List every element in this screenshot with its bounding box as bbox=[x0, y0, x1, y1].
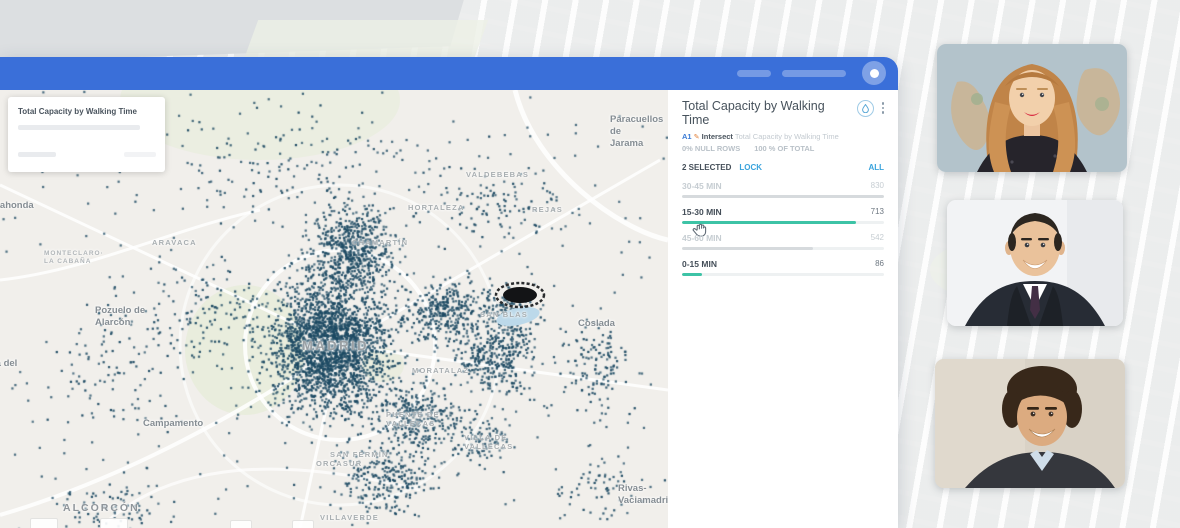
map-place-label: VILLA DE VALLECAS bbox=[464, 433, 513, 452]
placeholder-line bbox=[18, 152, 56, 157]
map-place-label: VILLAVERDE bbox=[320, 513, 379, 522]
stadium-icon bbox=[494, 280, 546, 310]
category-bar-track bbox=[682, 273, 884, 276]
map-place-label: MADRID bbox=[302, 338, 369, 354]
map-place-label: CHAMARTÍN bbox=[352, 238, 408, 247]
widget-drag-card-title: Total Capacity by Walking Time bbox=[8, 97, 165, 116]
map-place-label: ORCASUR bbox=[316, 459, 362, 468]
map-place-label: Boadilla del Monte bbox=[0, 358, 17, 382]
category-bar-fill bbox=[682, 247, 813, 250]
category-item[interactable]: 30-45 MIN830 bbox=[682, 181, 884, 198]
user-avatar-button[interactable] bbox=[862, 61, 886, 85]
category-label: 0-15 MIN bbox=[682, 259, 875, 269]
map-place-label: Pozuelo de Alarcón bbox=[95, 305, 145, 329]
map-place-label: VALDEBEBAS bbox=[466, 170, 529, 179]
autostyle-icon[interactable] bbox=[857, 100, 874, 117]
null-rows-stat: 0% NULL ROWS bbox=[682, 144, 740, 153]
map-place-label: MONTECLARO· LA CABAÑA bbox=[44, 250, 104, 266]
profile-photo-man-sweater bbox=[935, 359, 1125, 488]
category-value: 86 bbox=[875, 259, 884, 269]
category-label: 30-45 MIN bbox=[682, 181, 871, 191]
category-item[interactable]: 0-15 MIN86 bbox=[682, 259, 884, 276]
header-button-large[interactable] bbox=[782, 70, 846, 77]
widget-title: Total Capacity by Walking Time bbox=[682, 100, 853, 128]
map-control-button[interactable] bbox=[230, 520, 252, 528]
widget-source-row: A1 ✎ Intersect Total Capacity by Walking… bbox=[682, 132, 884, 141]
lock-link[interactable]: LOCK bbox=[739, 163, 762, 172]
category-bar-track bbox=[682, 195, 884, 198]
map-place-label: Majadahonda bbox=[0, 200, 34, 212]
map-place-label: Rivas- Vaciamadrid bbox=[618, 483, 668, 507]
widget-drag-card[interactable]: Total Capacity by Walking Time bbox=[8, 97, 165, 172]
map-place-label: REJAS bbox=[532, 205, 563, 214]
edit-icon[interactable]: ✎ bbox=[694, 134, 700, 141]
header-button-small[interactable] bbox=[737, 70, 771, 77]
map-place-label: ARAVACA bbox=[152, 238, 197, 247]
widget-panel: Total Capacity by Walking Time A1 ✎ Inte… bbox=[668, 90, 898, 528]
map-place-label: MORATALAZ bbox=[412, 366, 469, 375]
app-header-bar bbox=[0, 57, 898, 90]
map-place-label: SAN BLAS bbox=[480, 310, 528, 319]
category-bar-fill bbox=[682, 195, 884, 198]
category-bar-fill bbox=[682, 273, 702, 276]
map-place-label: Campamento bbox=[143, 418, 203, 430]
map-control-button[interactable] bbox=[30, 518, 58, 528]
source-operation: Intersect bbox=[702, 132, 733, 141]
category-label: 45-60 MIN bbox=[682, 233, 871, 243]
category-item[interactable]: 45-60 MIN542 bbox=[682, 233, 884, 250]
all-link[interactable]: ALL bbox=[868, 163, 884, 172]
category-item[interactable]: 15-30 MIN713 bbox=[682, 207, 884, 224]
category-label: 15-30 MIN bbox=[682, 207, 871, 217]
map-control-button[interactable] bbox=[100, 518, 128, 528]
placeholder-line bbox=[18, 125, 140, 130]
widget-menu-icon[interactable] bbox=[880, 100, 885, 114]
placeholder-line bbox=[124, 152, 156, 157]
category-value: 542 bbox=[871, 233, 884, 243]
category-value: 830 bbox=[871, 181, 884, 191]
avatar-dot-icon bbox=[870, 69, 879, 78]
map-place-label: Paracuellos de Jarama bbox=[610, 114, 668, 150]
map-place-label: PUENTE DE VALLECAS bbox=[386, 410, 440, 429]
map-control-button[interactable] bbox=[292, 520, 314, 528]
source-dataset-name: Total Capacity by Walking Time bbox=[735, 132, 839, 141]
widget-stats-row: 0% NULL ROWS 100 % OF TOTAL bbox=[682, 144, 884, 153]
profile-photo-woman bbox=[937, 44, 1127, 172]
map-place-label: ALCORCÓN bbox=[63, 502, 140, 515]
app-window: Majadahonda MONTECLARO· LA CABAÑA Pozuelo … bbox=[0, 57, 898, 528]
map-place-label: Coslada bbox=[578, 318, 615, 330]
map-place-label: HORTALEZA bbox=[408, 203, 465, 212]
selection-row: 2 SELECTED LOCK ALL bbox=[682, 163, 884, 172]
category-value: 713 bbox=[871, 207, 884, 217]
map-canvas-area[interactable]: Majadahonda MONTECLARO· LA CABAÑA Pozuelo … bbox=[0, 90, 668, 528]
map-place-label: SAN FERMÍN bbox=[330, 450, 389, 459]
selected-count: 2 SELECTED bbox=[682, 163, 731, 172]
category-list: 30-45 MIN830 15-30 MIN713 45-60 MIN542 0-1… bbox=[682, 181, 884, 276]
category-bar-track bbox=[682, 221, 884, 224]
total-stat: 100 % OF TOTAL bbox=[754, 144, 814, 153]
profile-photo-man-suit bbox=[947, 200, 1123, 326]
category-bar-track bbox=[682, 247, 884, 250]
source-node-label[interactable]: A1 bbox=[682, 132, 692, 141]
